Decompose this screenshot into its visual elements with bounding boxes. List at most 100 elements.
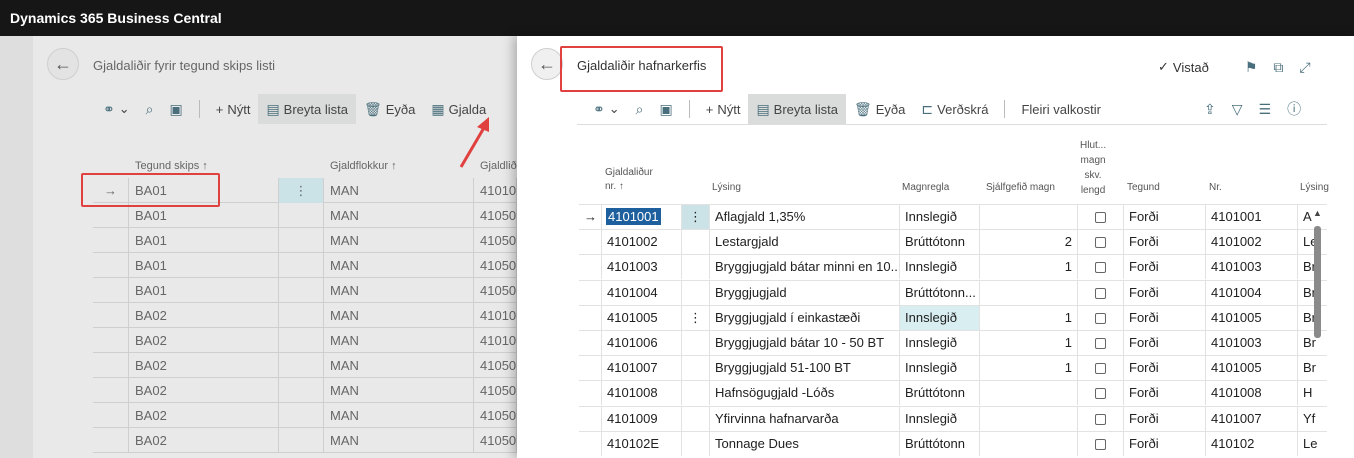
- charge-group-cell: MAN: [324, 378, 474, 403]
- scrollbar-thumb[interactable]: [1314, 226, 1321, 338]
- new-button[interactable]: + Nýtt: [208, 94, 259, 124]
- row-menu-icon[interactable]: [279, 428, 324, 453]
- filter-pane-button[interactable]: ▣: [161, 94, 190, 124]
- ratio-checkbox[interactable]: [1077, 356, 1123, 381]
- table-row[interactable]: 4101002 Lestargjald Brúttótonn 2 Forði 410100…: [579, 229, 1327, 255]
- row-menu-icon[interactable]: [279, 203, 324, 228]
- info-button[interactable]: ⓘ: [1279, 94, 1309, 124]
- panel-back-button[interactable]: ←: [531, 48, 563, 80]
- description-2-cell: A: [1297, 205, 1327, 229]
- row-menu-icon[interactable]: [279, 403, 324, 428]
- price-list-button[interactable]: ⊏ Verðskrá: [913, 94, 996, 124]
- row-menu-icon[interactable]: [279, 328, 324, 353]
- charge-code-cell[interactable]: 4101002: [601, 230, 681, 255]
- row-menu-icon[interactable]: [681, 230, 709, 255]
- row-menu-icon[interactable]: [279, 303, 324, 328]
- row-menu-icon[interactable]: [681, 431, 709, 456]
- bookmark-button[interactable]: ⚑: [1237, 52, 1266, 82]
- column-header-rule[interactable]: Magnregla: [902, 182, 949, 193]
- filter-pane-button[interactable]: ▣: [651, 94, 680, 124]
- search-button[interactable]: ⌕: [628, 94, 652, 124]
- column-header-description-2[interactable]: Lýsing: [1300, 182, 1329, 193]
- table-row[interactable]: 4101003 Bryggjugjald bátar minni en 10...…: [579, 254, 1327, 280]
- ratio-checkbox[interactable]: [1077, 255, 1123, 280]
- charge-code-cell[interactable]: 4101004: [601, 280, 681, 305]
- charge-code-cell[interactable]: 4101005: [601, 305, 681, 330]
- row-menu-icon[interactable]: [681, 255, 709, 280]
- row-arrow-icon: [579, 281, 601, 305]
- search-button[interactable]: ⌕: [138, 94, 162, 124]
- row-menu-icon[interactable]: [681, 406, 709, 431]
- row-menu-icon[interactable]: [279, 378, 324, 403]
- table-row[interactable]: BA02 MAN 41050: [93, 403, 517, 428]
- column-header-kind[interactable]: Tegund: [1127, 182, 1160, 193]
- ratio-checkbox[interactable]: [1077, 431, 1123, 456]
- table-row[interactable]: 4101008 Hafnsögugjald -Lóðs Brúttótonn Forð…: [579, 380, 1327, 406]
- table-row[interactable]: 4101004 Bryggjugjald Brúttótonn... Forði 410…: [579, 279, 1327, 305]
- table-row[interactable]: BA02 MAN 41050: [93, 378, 517, 403]
- charge-code-cell[interactable]: 4101001: [601, 205, 681, 229]
- ratio-checkbox[interactable]: [1077, 205, 1123, 229]
- table-row[interactable]: BA01 MAN 41050: [93, 253, 517, 278]
- list-view-button[interactable]: ☰: [1251, 94, 1280, 124]
- row-menu-icon[interactable]: [681, 381, 709, 406]
- ratio-checkbox[interactable]: [1077, 406, 1123, 431]
- description-cell: Bryggjugjald 51-100 BT: [709, 356, 899, 381]
- row-menu-icon[interactable]: [681, 280, 709, 305]
- copilot-menu-button[interactable]: ⚭ ⌄: [95, 94, 138, 124]
- row-menu-icon[interactable]: [681, 331, 709, 355]
- row-menu-icon[interactable]: [279, 228, 324, 253]
- row-menu-icon[interactable]: [681, 356, 709, 381]
- ratio-checkbox[interactable]: [1077, 305, 1123, 330]
- column-header-description[interactable]: Lýsing: [712, 182, 741, 193]
- row-menu-icon[interactable]: ⋮: [681, 305, 709, 330]
- edit-list-button[interactable]: ▤ Breyta lista: [748, 94, 846, 124]
- table-row[interactable]: BA02 MAN 41050: [93, 353, 517, 378]
- charge-code-cell[interactable]: 410102E: [601, 431, 681, 456]
- charge-code-cell[interactable]: 4101007: [601, 356, 681, 381]
- table-row[interactable]: BA02 MAN 41010: [93, 303, 517, 328]
- share-button[interactable]: ⇪: [1196, 94, 1224, 124]
- scroll-up-arrow-icon[interactable]: ▲: [1313, 208, 1322, 218]
- table-row[interactable]: BA02 MAN 41050: [93, 428, 517, 453]
- table-row[interactable]: 4101005 ⋮ Bryggjugjald í einkastæði Innsleg…: [579, 304, 1327, 330]
- column-header-code[interactable]: Gjaldaliður nr. ↑: [605, 166, 653, 194]
- charge-code-cell[interactable]: 4101009: [601, 406, 681, 431]
- expand-button[interactable]: ⤢: [1291, 52, 1318, 82]
- table-row[interactable]: 4101006 Bryggjugjald bátar 10 - 50 BT Inns…: [579, 330, 1327, 355]
- column-header-ratio[interactable]: Hlut... magn skv. lengd: [1080, 138, 1106, 198]
- row-menu-icon[interactable]: [279, 278, 324, 303]
- table-row[interactable]: BA02 MAN 41010: [93, 328, 517, 353]
- row-menu-icon[interactable]: ⋮: [681, 205, 709, 229]
- ratio-checkbox[interactable]: [1077, 230, 1123, 255]
- table-row[interactable]: → 4101001 ⋮ Aflagjald 1,35% Innslegið Forði 41…: [579, 204, 1327, 229]
- edit-list-button[interactable]: ▤ Breyta lista: [258, 94, 356, 124]
- table-row[interactable]: 4101009 Yfirvinna hafnarvarða Innslegið For…: [579, 405, 1327, 431]
- delete-button[interactable]: 🗑 Eyða: [356, 94, 423, 124]
- ratio-checkbox[interactable]: [1077, 280, 1123, 305]
- checkbox-icon: [1095, 212, 1106, 224]
- delete-button[interactable]: 🗑 Eyða: [846, 94, 913, 124]
- new-button[interactable]: + Nýtt: [698, 94, 749, 124]
- column-header-default-qty[interactable]: Sjálfgefið magn: [986, 182, 1055, 193]
- ratio-checkbox[interactable]: [1077, 381, 1123, 406]
- filter-button[interactable]: ▽: [1224, 94, 1251, 124]
- column-header-nr[interactable]: Nr.: [1209, 182, 1222, 193]
- copilot-menu-button[interactable]: ⚭ ⌄: [585, 94, 628, 124]
- table-row[interactable]: BA01 MAN 41050: [93, 228, 517, 253]
- table-row[interactable]: BA01 MAN 41050: [93, 278, 517, 303]
- column-header[interactable]: Gjaldflokkur ↑: [324, 153, 474, 178]
- table-row[interactable]: 410102E Tonnage Dues Brúttótonn Forði 410102…: [579, 430, 1327, 456]
- background-page-title: Gjaldaliðir fyrir tegund skips listi: [93, 58, 276, 73]
- ratio-checkbox[interactable]: [1077, 331, 1123, 355]
- open-new-window-button[interactable]: ⧉: [1265, 52, 1291, 82]
- table-row[interactable]: 4101007 Bryggjugjald 51-100 BT Innslegið 1 F…: [579, 355, 1327, 381]
- row-menu-icon[interactable]: [279, 353, 324, 378]
- charge-code-cell[interactable]: 4101006: [601, 331, 681, 355]
- back-button[interactable]: ←: [47, 48, 79, 80]
- row-menu-icon[interactable]: ⋮: [279, 178, 324, 203]
- charge-code-cell[interactable]: 4101008: [601, 381, 681, 406]
- row-menu-icon[interactable]: [279, 253, 324, 278]
- more-options-button[interactable]: Fleiri valkostir: [1013, 94, 1108, 124]
- charge-code-cell[interactable]: 4101003: [601, 255, 681, 280]
